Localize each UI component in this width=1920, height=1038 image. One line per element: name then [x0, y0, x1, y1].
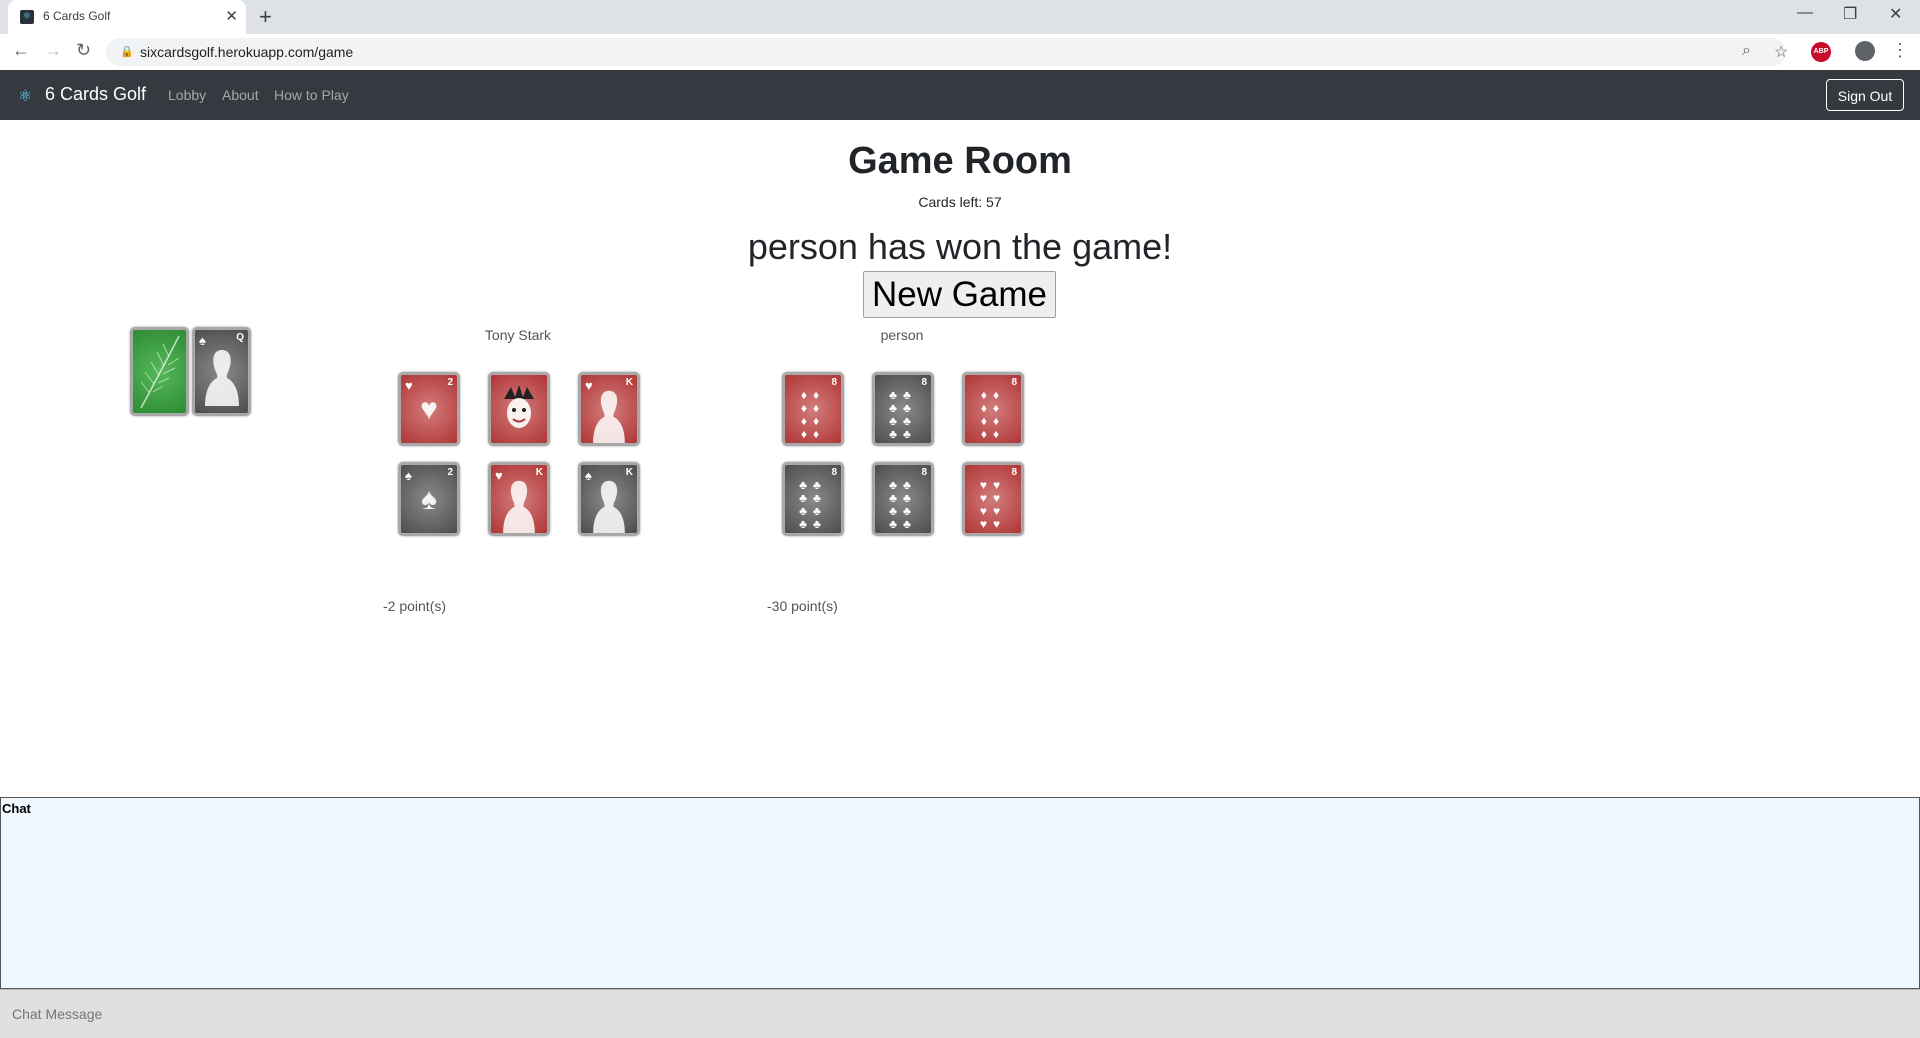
- player-card[interactable]: 8 ♣♣ ♣♣ ♣♣ ♣♣: [872, 462, 934, 536]
- player-points: -30 point(s): [767, 598, 838, 614]
- nav-link-lobby[interactable]: Lobby: [168, 87, 206, 103]
- card-rank: 8: [1011, 467, 1017, 478]
- bookmark-star-icon[interactable]: ☆: [1774, 42, 1788, 62]
- player-name: person: [880, 327, 924, 343]
- new-game-button[interactable]: New Game: [863, 271, 1056, 318]
- restore-icon[interactable]: ❐: [1843, 4, 1857, 24]
- nav-link-about[interactable]: About: [222, 87, 259, 103]
- diamond-pips-icon: ♦♦ ♦♦ ♦♦ ♦♦: [800, 388, 826, 441]
- page-title: Game Room: [848, 140, 1072, 182]
- url-text[interactable]: sixcardsgolf.herokuapp.com/game: [140, 44, 353, 60]
- club-pips-icon: ♣♣ ♣♣ ♣♣ ♣♣: [799, 478, 827, 531]
- cards-left-counter: Cards left: 57: [918, 194, 1002, 210]
- address-bar[interactable]: 🔒 sixcardsgolf.herokuapp.com/game ⌕ ☆: [106, 38, 1788, 66]
- sign-out-button[interactable]: Sign Out: [1826, 79, 1904, 111]
- card-rank: 8: [831, 467, 837, 478]
- player-card[interactable]: 2 ♠ ♠: [398, 462, 460, 536]
- adblock-extension-icon[interactable]: ABP: [1811, 42, 1831, 62]
- player-card[interactable]: K ♥: [488, 462, 550, 536]
- player-name: Tony Stark: [484, 327, 552, 343]
- minimize-icon[interactable]: —: [1797, 4, 1813, 22]
- player-card[interactable]: 8 ♥♥ ♥♥ ♥♥ ♥♥: [962, 462, 1024, 536]
- player-card[interactable]: 2 ♥ ♥: [398, 372, 460, 446]
- browser-menu-icon[interactable]: ⋮: [1891, 40, 1909, 61]
- player-card[interactable]: 8 ♣♣ ♣♣ ♣♣ ♣♣: [782, 462, 844, 536]
- browser-toolbar: ← → ↻ 🔒 sixcardsgolf.herokuapp.com/game …: [0, 34, 1920, 71]
- king-silhouette-icon: [503, 480, 535, 533]
- card-rank: 8: [921, 467, 927, 478]
- player-card[interactable]: 8 ♦♦ ♦♦ ♦♦ ♦♦: [782, 372, 844, 446]
- diamond-pips-icon: ♦♦ ♦♦ ♦♦ ♦♦: [980, 388, 1006, 441]
- discard-pile-card[interactable]: ♠ Q: [192, 327, 251, 416]
- nav-link-how-to-play[interactable]: How to Play: [274, 87, 349, 103]
- tab-title: 6 Cards Golf: [43, 9, 111, 23]
- tab-close-icon[interactable]: ✕: [225, 7, 238, 25]
- browser-tab[interactable]: ⚛ 6 Cards Golf ✕: [8, 0, 246, 34]
- react-favicon-icon: ⚛: [20, 10, 34, 24]
- reload-icon[interactable]: ↻: [76, 40, 91, 61]
- back-icon[interactable]: ←: [12, 40, 30, 61]
- chat-panel: Chat: [0, 797, 1920, 989]
- zoom-icon[interactable]: ⌕: [1742, 42, 1751, 60]
- player-card[interactable]: K ♠: [578, 462, 640, 536]
- card-rank: Q: [236, 332, 244, 343]
- queen-silhouette-icon: [205, 350, 239, 406]
- player-card[interactable]: K ♥: [578, 372, 640, 446]
- heart-pip-icon: ♥: [420, 393, 438, 426]
- card-suit: ♠: [405, 468, 412, 483]
- player-card[interactable]: 8 ♣♣ ♣♣ ♣♣ ♣♣: [872, 372, 934, 446]
- winner-message: person has won the game!: [747, 226, 1173, 267]
- joker-face-icon: [504, 385, 534, 428]
- card-suit: ♥: [405, 378, 413, 393]
- lock-icon: 🔒: [120, 46, 134, 58]
- react-logo-icon: ⚛: [18, 88, 33, 105]
- fern-pattern-icon: [140, 335, 180, 409]
- club-pips-icon: ♣♣ ♣♣ ♣♣ ♣♣: [889, 478, 917, 531]
- king-silhouette-icon: [593, 390, 625, 443]
- club-pips-icon: ♣♣ ♣♣ ♣♣ ♣♣: [889, 388, 917, 441]
- app-navbar: ⚛ 6 Cards Golf Lobby About How to Play S…: [0, 70, 1920, 120]
- player-points: -2 point(s): [383, 598, 447, 614]
- card-rank: 8: [1011, 377, 1017, 388]
- card-rank: 8: [831, 377, 837, 388]
- new-tab-button[interactable]: +: [259, 4, 272, 30]
- window-close-icon[interactable]: ✕: [1889, 4, 1902, 24]
- spade-pip-icon: ♠: [421, 483, 437, 516]
- card-rank: 8: [921, 377, 927, 388]
- player-card[interactable]: 8 ♦♦ ♦♦ ♦♦ ♦♦: [962, 372, 1024, 446]
- king-silhouette-icon: [593, 480, 625, 533]
- card-rank: 2: [447, 467, 453, 478]
- chat-title: Chat: [2, 801, 31, 816]
- draw-pile-card[interactable]: [130, 327, 189, 416]
- browser-tabstrip: ⚛ 6 Cards Golf ✕ + — ❐ ✕: [0, 0, 1920, 34]
- profile-avatar-icon[interactable]: [1855, 41, 1875, 61]
- player-card-joker[interactable]: [488, 372, 550, 446]
- forward-icon[interactable]: →: [44, 40, 62, 61]
- heart-pips-icon: ♥♥ ♥♥ ♥♥ ♥♥: [979, 478, 1007, 531]
- card-rank: 2: [447, 377, 453, 388]
- chat-message-input[interactable]: [0, 989, 1920, 1038]
- brand-link[interactable]: 6 Cards Golf: [45, 84, 146, 105]
